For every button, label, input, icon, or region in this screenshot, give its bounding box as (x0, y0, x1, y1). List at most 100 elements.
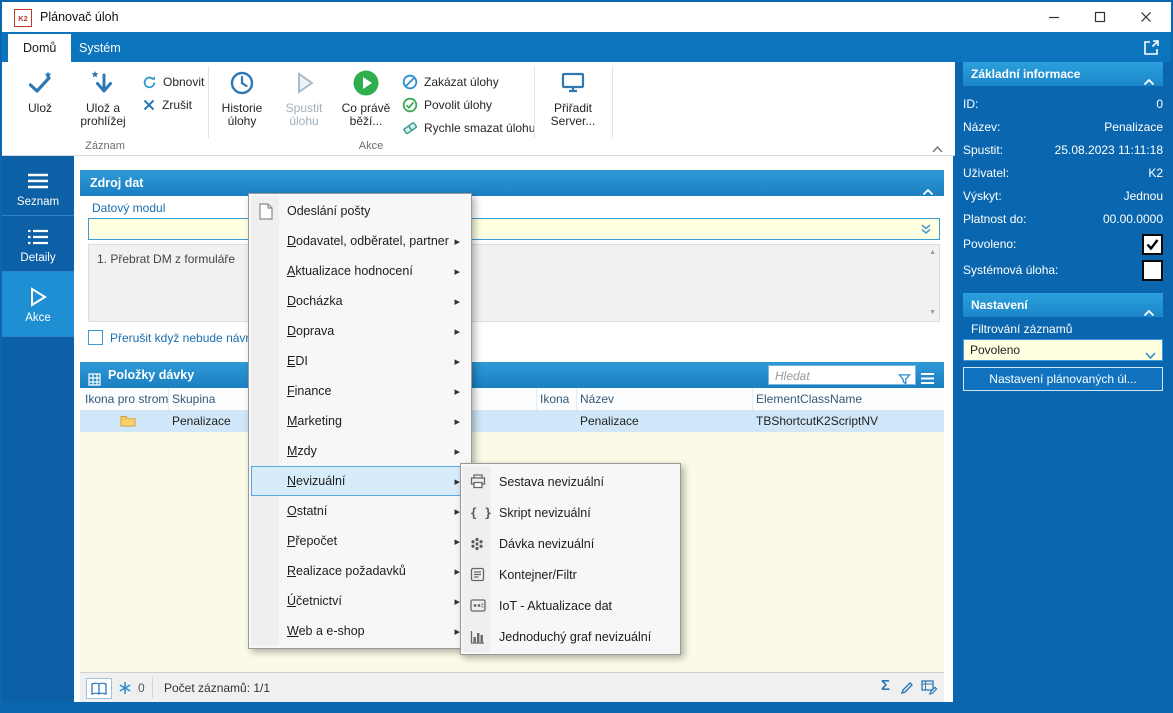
disable-tasks-button[interactable]: Zakázat úlohy (402, 72, 499, 92)
collapse-chevron-icon[interactable] (1143, 70, 1155, 94)
collapse-chevron-icon[interactable] (922, 179, 934, 205)
column-header-skupina[interactable]: Skupina (172, 392, 215, 406)
submenu-item-kontejner-filtr[interactable]: Kontejner/Filtr (463, 559, 678, 590)
quick-delete-task-button[interactable]: Rychle smazat úlohu (402, 118, 535, 138)
refresh-button[interactable]: Obnovit (142, 72, 204, 92)
window-title: Plánovač úloh (40, 10, 119, 24)
folder-icon (120, 414, 136, 430)
menu-item-ostatni[interactable]: Ostatní (251, 496, 469, 526)
scroll-up-icon[interactable]: ▲ (929, 249, 936, 257)
play-outline-icon (274, 68, 334, 98)
container-icon (470, 567, 485, 582)
submenu-item-davka-nevizualni[interactable]: Dávka nevizuální (463, 528, 678, 559)
column-header-elementclassname[interactable]: ElementClassName (756, 392, 862, 406)
list-icon (2, 160, 74, 192)
sidebar-item-seznam[interactable]: Seznam (2, 160, 74, 216)
submenu-item-iot-aktualizace-dat[interactable]: IoT - Aktualizace dat (463, 590, 678, 621)
app-logo-icon: K2 (14, 9, 32, 27)
group-label-akce: Akce (208, 140, 534, 154)
edit-pencil-icon[interactable] (900, 681, 914, 695)
column-header-nazev[interactable]: Název (580, 392, 614, 406)
menu-item-marketing[interactable]: Marketing (251, 406, 469, 436)
systemova-uloha-checkbox[interactable] (1142, 260, 1163, 281)
ribbon: Ulož Ulož a prohlížej Obnovit Zrušit Záz… (2, 62, 955, 156)
menu-item-odeslani-posty[interactable]: Odeslání pošty (251, 196, 469, 226)
field-row-povoleno: Povoleno: (963, 233, 1163, 255)
field-label: Povoleno: (963, 237, 1016, 251)
field-value: 0 (1156, 97, 1163, 111)
search-input[interactable] (773, 367, 895, 385)
open-in-window-icon[interactable] (1142, 39, 1160, 60)
context-menu: Odeslání pošty Dodavatel, odběratel, par… (248, 193, 472, 649)
data-module-input[interactable] (88, 218, 940, 240)
edit-table-icon[interactable] (921, 680, 938, 695)
clock-icon (214, 68, 270, 98)
book-icon (90, 682, 108, 696)
document-icon (258, 203, 273, 220)
cancel-button[interactable]: Zrušit (142, 95, 192, 115)
menu-item-mzdy[interactable]: Mzdy (251, 436, 469, 466)
scheduled-tasks-settings-button[interactable]: Nastavení plánovaných úl... (963, 367, 1163, 391)
scroll-down-icon[interactable]: ▼ (929, 309, 936, 317)
menu-item-realizace-pozadavku[interactable]: Realizace požadavků (251, 556, 469, 586)
povoleno-checkbox[interactable] (1142, 234, 1163, 255)
submenu-item-sestava-nevizualni[interactable]: Sestava nevizuální (463, 466, 678, 497)
column-header-ikona-pro-strom[interactable]: Ikona pro strom (85, 392, 168, 406)
table-header-row: Ikona pro strom Skupina Ikona Název Elem… (80, 388, 944, 411)
cell-skupina: Penalizace (172, 414, 231, 428)
info-panel-header: Základní informace (963, 62, 1163, 86)
sum-icon[interactable]: Σ (881, 677, 890, 694)
menu-item-dodavatel[interactable]: Dodavatel, odběratel, partner (251, 226, 469, 256)
tab-system[interactable]: Systém (64, 34, 136, 62)
collapse-chevron-icon[interactable] (1143, 301, 1155, 325)
menu-item-nevizualni[interactable]: Nevizuální (251, 466, 469, 496)
interrupt-checkbox[interactable] (88, 330, 103, 345)
dots-cluster-icon (470, 537, 484, 551)
assign-server-button[interactable]: Přiřadit Server... (542, 64, 604, 138)
column-header-ikona[interactable]: Ikona (540, 392, 569, 406)
field-row-uzivatel: Uživatel: K2 (963, 163, 1163, 183)
menu-item-ucetnictvi[interactable]: Účetnictví (251, 586, 469, 616)
filter-combo[interactable]: Povoleno (963, 339, 1163, 361)
menu-item-edi[interactable]: EDI (251, 346, 469, 376)
menu-item-prepocet[interactable]: Přepočet (251, 526, 469, 556)
field-row-nazev: Název: Penalizace (963, 117, 1163, 137)
menu-item-doprava[interactable]: Doprava (251, 316, 469, 346)
menu-item-dochazka[interactable]: Docházka (251, 286, 469, 316)
sidebar-item-detaily[interactable]: Detaily (2, 216, 74, 272)
sidebar-item-akce[interactable]: Akce (2, 272, 74, 337)
minimize-button[interactable] (1031, 2, 1077, 32)
currently-running-button[interactable]: Co právě běží... (336, 64, 396, 138)
combo-open-icon[interactable] (920, 223, 932, 238)
table-row[interactable]: Penalizace Penalizace TBShortcutK2Script… (80, 410, 944, 432)
field-row-spustit: Spustit: 25.08.2023 11:11:18 (963, 140, 1163, 160)
menu-item-finance[interactable]: Finance (251, 376, 469, 406)
status-bar: 0 Počet záznamů: 1/1 Σ (80, 672, 944, 702)
maximize-button[interactable] (1077, 2, 1123, 32)
column-divider (536, 388, 537, 410)
collapse-ribbon-chevron-icon[interactable] (932, 142, 943, 156)
close-button[interactable] (1123, 2, 1169, 32)
enable-tasks-button[interactable]: Povolit úlohy (402, 95, 492, 115)
slash-circle-icon (402, 74, 418, 90)
book-view-button[interactable] (86, 678, 112, 699)
data-module-label: Datový modul (92, 201, 165, 215)
snowflake-icon[interactable] (118, 681, 132, 695)
field-row-platnost: Platnost do: 00.00.0000 (963, 209, 1163, 229)
app-window: K2 Plánovač úloh Domů Systém Ulož (0, 0, 1173, 713)
submenu-item-jednoduchy-graf[interactable]: Jednoduchý graf nevizuální (463, 621, 678, 652)
field-label: Výskyt: (963, 189, 1002, 203)
save-and-view-button[interactable]: Ulož a prohlížej (72, 64, 134, 138)
save-button[interactable]: Ulož (12, 64, 68, 138)
column-divider (576, 388, 577, 410)
run-task-button[interactable]: Spustit úlohu (274, 64, 334, 138)
field-value: Penalizace (1104, 120, 1163, 134)
menu-item-web-a-eshop[interactable]: Web a e-shop (251, 616, 469, 646)
details-list-icon (2, 216, 74, 248)
tab-domu[interactable]: Domů (8, 34, 71, 62)
settings-panel-title: Nastavení (971, 293, 1028, 317)
submenu-item-skript-nevizualni[interactable]: { } Skript nevizuální (463, 497, 678, 528)
cell-nazev: Penalizace (580, 414, 639, 428)
menu-item-aktualizace-hodnoceni[interactable]: Aktualizace hodnocení (251, 256, 469, 286)
task-history-button[interactable]: Historie úlohy (214, 64, 270, 138)
